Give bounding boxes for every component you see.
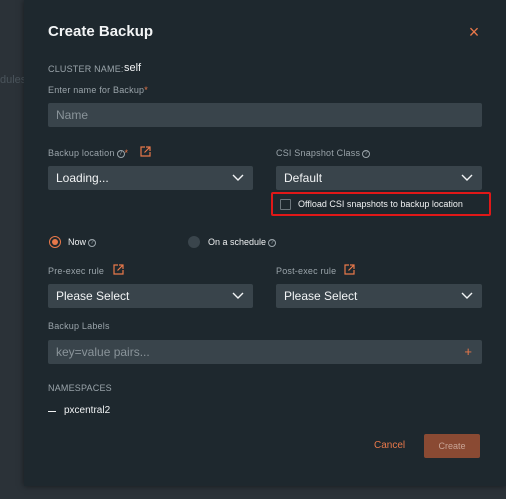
- namespaces-label: NAMESPACES: [48, 383, 112, 393]
- schedule-now-label: Now?: [68, 237, 97, 247]
- external-link-icon[interactable]: [344, 264, 355, 275]
- required-mark: *: [144, 85, 148, 95]
- schedule-cron-label: On a schedule?: [208, 237, 277, 247]
- backup-labels-label: Backup Labels: [48, 321, 110, 331]
- backup-location-select[interactable]: Loading...: [48, 166, 253, 190]
- dialog-title: Create Backup: [48, 23, 154, 40]
- backup-name-input[interactable]: Name: [48, 103, 482, 127]
- cancel-button[interactable]: Cancel: [374, 440, 405, 451]
- post-exec-rule-value: Please Select: [284, 289, 358, 303]
- post-exec-rule-label: Post-exec rule: [276, 266, 337, 276]
- help-circle-icon: ?: [116, 149, 125, 158]
- backup-name-label-text: Enter name for Backup: [48, 85, 145, 95]
- backup-location-label: Backup location? *: [48, 148, 128, 158]
- pre-exec-rule-label: Pre-exec rule: [48, 266, 105, 276]
- external-link-icon[interactable]: [140, 146, 151, 157]
- offload-highlight-box: Offload CSI snapshots to backup location: [271, 192, 491, 216]
- plus-icon[interactable]: +: [464, 340, 472, 364]
- help-circle-icon: ?: [268, 238, 277, 247]
- pre-exec-rule-select[interactable]: Please Select: [48, 284, 253, 308]
- schedule-cron-radio[interactable]: [188, 236, 200, 248]
- csi-snapshot-class-label-text: CSI Snapshot Class: [276, 148, 361, 158]
- help-circle-icon: ?: [88, 238, 97, 247]
- create-button[interactable]: Create: [424, 434, 480, 458]
- required-mark: *: [124, 148, 129, 158]
- backdrop-fragment: dules: [0, 74, 27, 86]
- cluster-name-value: self: [124, 62, 142, 74]
- schedule-now-label-text: Now: [68, 237, 87, 247]
- external-link-icon[interactable]: [113, 264, 124, 275]
- chevron-down-icon: [461, 174, 473, 181]
- close-icon[interactable]: ×: [464, 22, 484, 42]
- backup-labels-placeholder: key=value pairs...: [56, 345, 150, 359]
- create-backup-dialog: Create Backup × CLUSTER NAME: self Enter…: [24, 0, 506, 486]
- offload-checkbox[interactable]: [280, 199, 291, 210]
- csi-snapshot-class-select[interactable]: Default: [276, 166, 482, 190]
- schedule-now-radio[interactable]: [49, 236, 61, 248]
- backup-labels-input[interactable]: key=value pairs... +: [48, 340, 482, 364]
- namespace-dash-icon: [48, 411, 56, 412]
- help-circle-icon: ?: [362, 149, 371, 158]
- namespace-item: pxcentral2: [64, 405, 111, 416]
- chevron-down-icon: [232, 174, 244, 181]
- pre-exec-rule-value: Please Select: [56, 289, 130, 303]
- chevron-down-icon: [232, 292, 244, 299]
- csi-snapshot-class-value: Default: [284, 171, 323, 185]
- offload-label: Offload CSI snapshots to backup location: [298, 199, 463, 209]
- cluster-name-label: CLUSTER NAME:: [48, 64, 124, 74]
- post-exec-rule-select[interactable]: Please Select: [276, 284, 482, 308]
- schedule-cron-label-text: On a schedule: [208, 237, 267, 247]
- backup-location-label-text: Backup location: [48, 148, 115, 158]
- csi-snapshot-class-label: CSI Snapshot Class?: [276, 148, 371, 158]
- backup-location-value: Loading...: [56, 171, 109, 185]
- backup-name-label: Enter name for Backup*: [48, 85, 148, 95]
- chevron-down-icon: [461, 292, 473, 299]
